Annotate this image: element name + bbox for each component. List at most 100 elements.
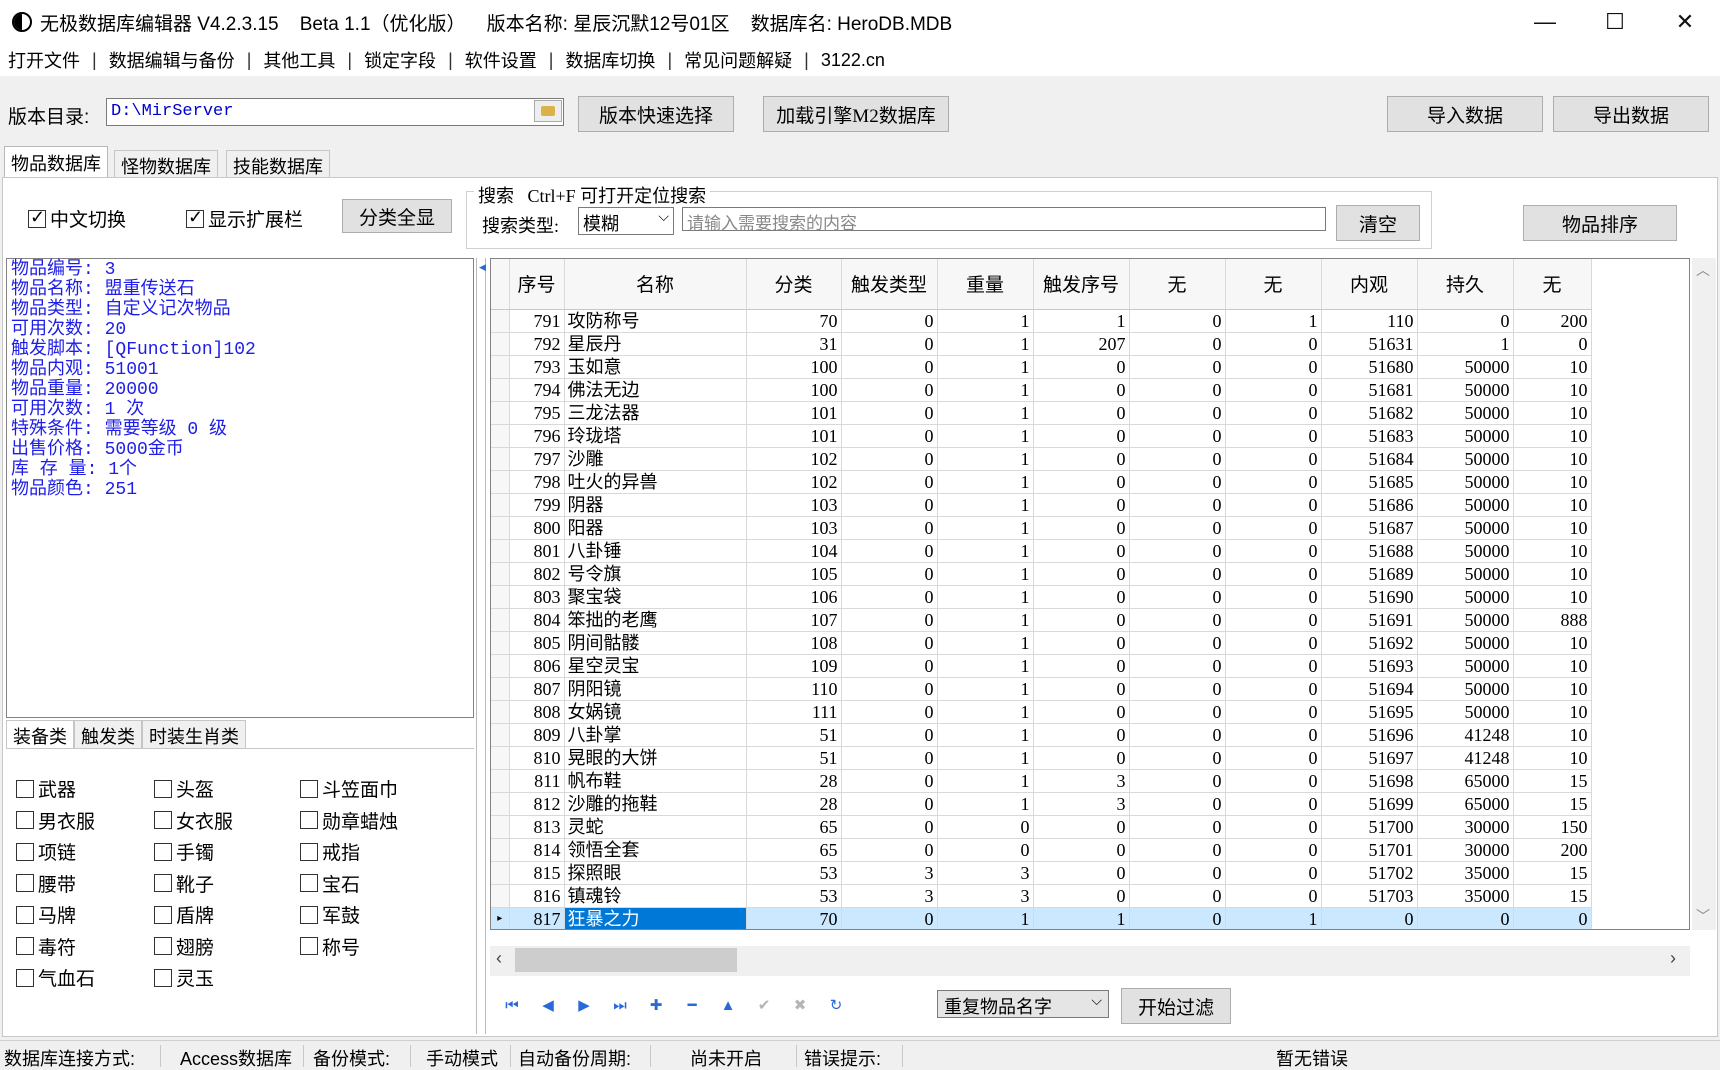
table-row[interactable]: 813 灵蛇 65 0 0 0 0 0 51700 30000 150: [491, 815, 1592, 839]
table-cell[interactable]: 801: [509, 539, 565, 563]
table-cell[interactable]: 50000: [1417, 470, 1514, 494]
table-cell[interactable]: 808: [509, 700, 565, 724]
table-cell[interactable]: 106: [746, 585, 842, 609]
table-cell[interactable]: 51631: [1321, 332, 1418, 356]
table-cell[interactable]: 0: [1129, 470, 1226, 494]
table-cell[interactable]: 100: [746, 355, 842, 379]
table-cell[interactable]: 814: [509, 838, 565, 862]
table-cell[interactable]: 0: [1129, 355, 1226, 379]
table-cell[interactable]: 3: [1033, 769, 1130, 793]
category-checkbox[interactable]: 女衣服: [154, 807, 233, 834]
table-row[interactable]: 806 星空灵宝 109 0 1 0 0 0 51693 50000 10: [491, 654, 1592, 678]
table-cell[interactable]: 28: [746, 769, 842, 793]
table-cell[interactable]: 0: [1033, 424, 1130, 448]
tab-item-db[interactable]: 物品数据库: [4, 146, 108, 178]
table-cell[interactable]: 103: [746, 493, 842, 517]
tab-skill-db[interactable]: 技能数据库: [226, 150, 330, 180]
table-cell[interactable]: 805: [509, 631, 565, 655]
table-cell[interactable]: 1: [937, 516, 1034, 540]
table-cell[interactable]: 51688: [1321, 539, 1418, 563]
table-cell[interactable]: 0: [1225, 424, 1322, 448]
table-cell[interactable]: 793: [509, 355, 565, 379]
table-cell[interactable]: 帆布鞋: [564, 769, 747, 793]
category-checkbox[interactable]: 灵玉: [154, 964, 214, 991]
table-cell[interactable]: 0: [1033, 631, 1130, 655]
table-cell[interactable]: 0: [1225, 700, 1322, 724]
table-cell[interactable]: 0: [1129, 332, 1226, 356]
table-cell[interactable]: 佛法无边: [564, 378, 747, 402]
table-cell[interactable]: 1: [937, 470, 1034, 494]
table-cell[interactable]: 0: [841, 585, 938, 609]
nav-refresh-icon[interactable]: ↻: [818, 990, 854, 1020]
table-cell[interactable]: 0: [1225, 562, 1322, 586]
table-cell[interactable]: 0: [1129, 723, 1226, 747]
table-cell[interactable]: 0: [841, 332, 938, 356]
checkbox-box[interactable]: [300, 905, 318, 924]
row-indicator[interactable]: [491, 723, 510, 747]
table-cell[interactable]: 796: [509, 424, 565, 448]
table-cell[interactable]: 806: [509, 654, 565, 678]
checkbox-box[interactable]: [154, 779, 172, 798]
checkbox-box[interactable]: [300, 842, 318, 861]
table-cell[interactable]: 0: [1129, 677, 1226, 701]
row-indicator[interactable]: [491, 309, 510, 333]
row-indicator[interactable]: ▸: [491, 907, 510, 929]
column-header[interactable]: 内观: [1321, 259, 1418, 310]
table-cell[interactable]: 0: [1225, 470, 1322, 494]
table-cell[interactable]: 0: [1225, 378, 1322, 402]
table-cell[interactable]: 15: [1513, 884, 1592, 908]
table-cell[interactable]: 0: [1129, 378, 1226, 402]
category-checkbox[interactable]: 斗笠面巾: [300, 775, 398, 802]
table-row[interactable]: 793 玉如意 100 0 1 0 0 0 51680 50000 10: [491, 355, 1592, 379]
table-cell[interactable]: 1: [1225, 309, 1322, 333]
table-row[interactable]: 815 探照眼 53 3 3 0 0 0 51702 35000 15: [491, 861, 1592, 885]
table-cell[interactable]: 0: [1129, 401, 1226, 425]
table-cell[interactable]: 1: [937, 723, 1034, 747]
item-sort-button[interactable]: 物品排序: [1523, 205, 1677, 241]
row-indicator[interactable]: [491, 332, 510, 356]
category-checkbox[interactable]: 头盔: [154, 775, 214, 802]
table-cell[interactable]: 0: [937, 815, 1034, 839]
table-cell[interactable]: 200: [1513, 838, 1592, 862]
checkbox-box[interactable]: [16, 779, 34, 798]
category-checkbox[interactable]: 翅膀: [154, 933, 214, 960]
table-cell[interactable]: 1: [937, 447, 1034, 471]
table-cell[interactable]: 817: [509, 907, 565, 929]
table-cell[interactable]: 0: [1033, 884, 1130, 908]
table-cell[interactable]: 1: [1033, 907, 1130, 929]
checkbox-box[interactable]: [16, 842, 34, 861]
table-cell[interactable]: 50000: [1417, 654, 1514, 678]
table-cell[interactable]: 0: [1033, 861, 1130, 885]
table-cell[interactable]: 0: [1225, 884, 1322, 908]
table-cell[interactable]: 镇魂铃: [564, 884, 747, 908]
table-cell[interactable]: 70: [746, 309, 842, 333]
table-cell[interactable]: 0: [841, 470, 938, 494]
table-cell[interactable]: 阴器: [564, 493, 747, 517]
table-cell[interactable]: 0: [1129, 838, 1226, 862]
table-cell[interactable]: 0: [1225, 792, 1322, 816]
table-cell[interactable]: 0: [1033, 493, 1130, 517]
table-cell[interactable]: 玲珑塔: [564, 424, 747, 448]
table-cell[interactable]: 51696: [1321, 723, 1418, 747]
checkbox-box[interactable]: [154, 811, 172, 829]
table-cell[interactable]: 0: [841, 723, 938, 747]
scroll-left-icon[interactable]: ‹: [496, 948, 502, 969]
table-cell[interactable]: 107: [746, 608, 842, 632]
table-cell[interactable]: 0: [1417, 907, 1514, 929]
table-cell[interactable]: 10: [1513, 723, 1592, 747]
category-tab-1[interactable]: 触发类: [74, 720, 142, 748]
table-cell[interactable]: 51: [746, 723, 842, 747]
table-cell[interactable]: 800: [509, 516, 565, 540]
table-cell[interactable]: 802: [509, 562, 565, 586]
table-cell[interactable]: 1: [937, 631, 1034, 655]
checkbox-box[interactable]: [300, 874, 318, 892]
category-checkbox[interactable]: 军鼓: [300, 901, 360, 928]
table-cell[interactable]: 50000: [1417, 585, 1514, 609]
table-cell[interactable]: 0: [1225, 838, 1322, 862]
table-cell[interactable]: 0: [1033, 539, 1130, 563]
table-cell[interactable]: 51695: [1321, 700, 1418, 724]
row-indicator[interactable]: [491, 355, 510, 379]
category-checkbox[interactable]: 称号: [300, 933, 360, 960]
table-cell[interactable]: 10: [1513, 746, 1592, 770]
table-cell[interactable]: 1: [937, 746, 1034, 770]
